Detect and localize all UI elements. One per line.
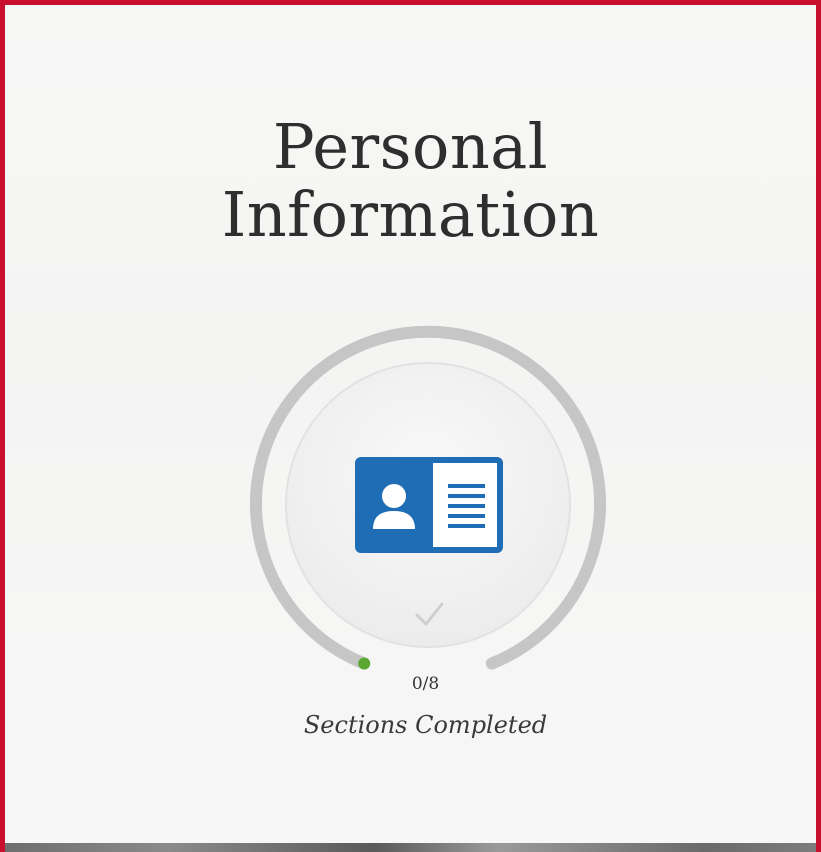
sections-completed-label: Sections Completed (303, 711, 548, 739)
sections-progress-count: 0/8 (411, 674, 440, 694)
id-card-icon (355, 457, 503, 553)
personal-information-card[interactable]: Personal Information 0/8 Sections Comple… (0, 0, 821, 852)
progress-start-dot (358, 657, 371, 670)
bottom-divider (5, 843, 816, 852)
